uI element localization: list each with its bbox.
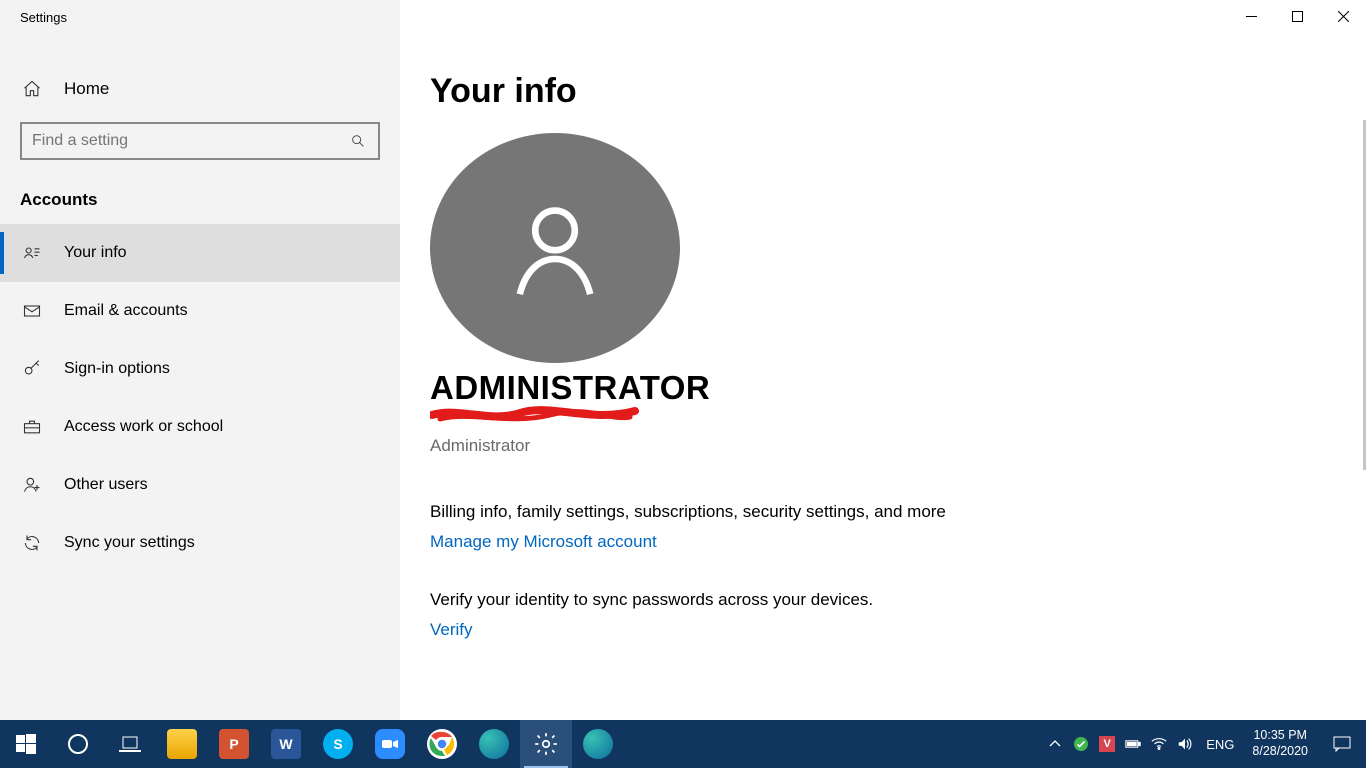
key-icon <box>22 359 42 379</box>
taskbar-clock[interactable]: 10:35 PM 8/28/2020 <box>1242 728 1318 759</box>
taskbar-app-chrome[interactable] <box>416 720 468 768</box>
task-view-button[interactable] <box>104 720 156 768</box>
task-view-icon <box>119 735 141 753</box>
taskbar-right: V ENG 10:35 PM 8/28/2020 <box>1042 720 1366 768</box>
tray-security-icon[interactable] <box>1068 720 1094 768</box>
settings-window: Settings Home Accounts Your info <box>0 0 1366 720</box>
sidebar: Settings Home Accounts Your info <box>0 0 400 720</box>
sidebar-item-sync-settings[interactable]: Sync your settings <box>0 514 400 572</box>
start-button[interactable] <box>0 720 52 768</box>
sidebar-nav: Your info Email & accounts Sign-in optio… <box>0 224 400 572</box>
edge-icon <box>479 729 509 759</box>
word-icon: W <box>271 729 301 759</box>
user-display-name: ADMINISTRATOR <box>430 369 1366 407</box>
sidebar-item-other-users[interactable]: Other users <box>0 456 400 514</box>
person-card-icon <box>22 243 42 263</box>
search-container <box>0 122 400 160</box>
windows-icon <box>16 734 36 754</box>
verify-identity-text: Verify your identity to sync passwords a… <box>430 590 1366 610</box>
main-content: Your info ADMINISTRATOR Administrator Bi… <box>400 0 1366 720</box>
search-icon <box>348 131 368 151</box>
window-controls <box>1228 0 1366 32</box>
action-center-button[interactable] <box>1318 720 1366 768</box>
user-role: Administrator <box>430 436 1366 456</box>
language-indicator[interactable]: ENG <box>1198 737 1242 752</box>
sidebar-item-access-work-school[interactable]: Access work or school <box>0 398 400 456</box>
sidebar-item-label: Sync your settings <box>64 534 195 552</box>
home-button[interactable]: Home <box>0 60 400 118</box>
sidebar-item-your-info[interactable]: Your info <box>0 224 400 282</box>
taskbar-app-skype[interactable]: S <box>312 720 364 768</box>
verify-link[interactable]: Verify <box>430 620 473 640</box>
sync-icon <box>22 533 42 553</box>
minimize-button[interactable] <box>1228 0 1274 32</box>
cortana-button[interactable] <box>52 720 104 768</box>
person-add-icon <box>22 475 42 495</box>
chrome-icon <box>427 729 457 759</box>
taskbar-app-edge[interactable] <box>572 720 624 768</box>
tray-battery-icon[interactable] <box>1120 720 1146 768</box>
sidebar-item-label: Other users <box>64 476 148 494</box>
clock-time: 10:35 PM <box>1252 728 1308 744</box>
sidebar-item-label: Sign-in options <box>64 360 170 378</box>
sidebar-item-email-accounts[interactable]: Email & accounts <box>0 282 400 340</box>
clock-date: 8/28/2020 <box>1252 744 1308 760</box>
manage-account-link[interactable]: Manage my Microsoft account <box>430 532 657 552</box>
circle-icon <box>67 733 89 755</box>
taskbar-app-settings[interactable] <box>520 720 572 768</box>
search-box[interactable] <box>20 122 380 160</box>
powerpoint-icon: P <box>219 729 249 759</box>
home-icon <box>22 79 42 99</box>
taskbar-app-edge-legacy[interactable] <box>468 720 520 768</box>
sidebar-item-label: Your info <box>64 244 127 262</box>
taskbar-app-file-explorer[interactable] <box>156 720 208 768</box>
tray-volume-icon[interactable] <box>1172 720 1198 768</box>
avatar <box>430 133 680 363</box>
gear-icon <box>533 731 559 757</box>
close-button[interactable] <box>1320 0 1366 32</box>
page-title: Your info <box>430 72 1366 111</box>
folder-icon <box>167 729 197 759</box>
skype-icon: S <box>323 729 353 759</box>
sidebar-item-signin-options[interactable]: Sign-in options <box>0 340 400 398</box>
briefcase-icon <box>22 417 42 437</box>
person-icon <box>500 193 610 303</box>
redaction-scribble <box>430 405 640 425</box>
taskbar-app-word[interactable]: W <box>260 720 312 768</box>
billing-info-text: Billing info, family settings, subscript… <box>430 502 1366 522</box>
taskbar-app-zoom[interactable] <box>364 720 416 768</box>
tray-overflow-button[interactable] <box>1042 720 1068 768</box>
taskbar-left: P W S <box>0 720 624 768</box>
search-input[interactable] <box>32 132 348 150</box>
tray-wifi-icon[interactable] <box>1146 720 1172 768</box>
zoom-icon <box>375 729 405 759</box>
home-label: Home <box>64 79 109 99</box>
window-title: Settings <box>0 0 400 34</box>
maximize-button[interactable] <box>1274 0 1320 32</box>
tray-app-v-icon[interactable]: V <box>1094 720 1120 768</box>
edge-icon <box>583 729 613 759</box>
taskbar: P W S V ENG 10:35 PM 8/28/2020 <box>0 720 1366 768</box>
sidebar-item-label: Email & accounts <box>64 302 188 320</box>
sidebar-item-label: Access work or school <box>64 418 223 436</box>
mail-icon <box>22 301 42 321</box>
section-header: Accounts <box>0 160 400 224</box>
taskbar-app-powerpoint[interactable]: P <box>208 720 260 768</box>
